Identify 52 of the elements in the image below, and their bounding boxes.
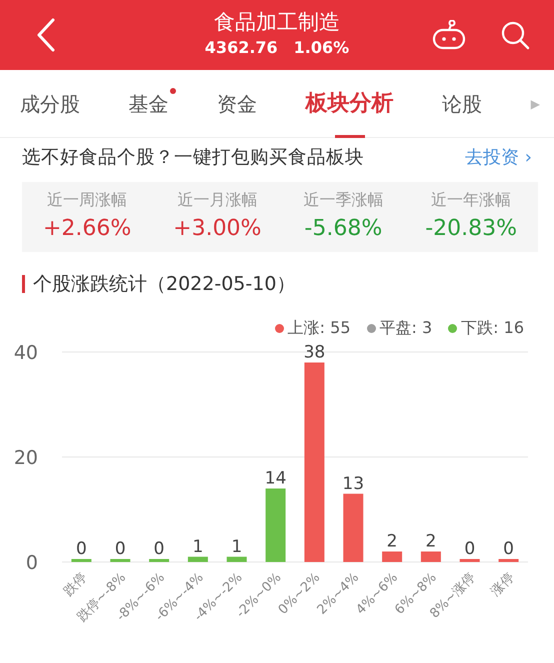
y-tick-label: 40 xyxy=(14,342,38,364)
legend-label: 上涨: 55 xyxy=(288,317,350,340)
bar-value-label: 0 xyxy=(464,539,476,560)
bar-value-label: 0 xyxy=(503,539,514,560)
y-tick-label: 0 xyxy=(26,552,38,574)
search-icon[interactable] xyxy=(500,20,530,50)
stat-value: -5.68% xyxy=(303,215,384,244)
bar xyxy=(110,559,130,562)
x-axis-label: 涨停 xyxy=(488,570,518,600)
tab[interactable]: 成分股 xyxy=(20,70,80,138)
back-button[interactable] xyxy=(36,18,56,52)
bar xyxy=(149,559,170,562)
section-marker xyxy=(22,275,25,293)
bar-value-label: 14 xyxy=(264,468,286,489)
stat-label: 近一年涨幅 xyxy=(430,189,512,212)
bar xyxy=(343,494,364,562)
bar-value-label: 2 xyxy=(426,532,436,552)
bar xyxy=(71,559,92,562)
tab[interactable]: 板块分析 xyxy=(306,70,394,138)
bar-value-label: 38 xyxy=(304,342,326,363)
stat-value: -20.83% xyxy=(425,215,518,244)
stat-label: 近一季涨幅 xyxy=(303,189,384,212)
bar xyxy=(382,552,402,562)
section-title: 个股涨跌统计（2022-05-10） xyxy=(33,272,296,297)
bar xyxy=(460,559,480,562)
bar-value-label: 1 xyxy=(192,537,204,557)
tab[interactable]: 论股 xyxy=(442,70,482,138)
bar-value-label: 1 xyxy=(231,537,242,557)
legend-label: 下跌: 16 xyxy=(461,317,524,340)
bar-value-label: 0 xyxy=(114,539,126,560)
stat-value: +3.00% xyxy=(173,215,262,244)
x-axis-label: 跌停 xyxy=(61,570,90,600)
stat-label: 近一月涨幅 xyxy=(176,189,258,212)
promo-text: 选不好食品个股？一键打包购买食品板块 xyxy=(22,146,364,170)
tab[interactable]: 资金 xyxy=(217,70,258,138)
robot-icon[interactable] xyxy=(432,20,466,50)
bar-value-label: 2 xyxy=(386,532,398,552)
bar xyxy=(420,552,441,562)
index-price: 4362.76 xyxy=(204,36,278,59)
bar-value-label: 0 xyxy=(154,539,164,560)
tab[interactable]: 基金 xyxy=(128,70,169,138)
bar xyxy=(226,557,247,562)
stat-label: 近一周涨幅 xyxy=(46,189,128,212)
bar-value-label: 0 xyxy=(76,539,87,560)
y-tick-label: 20 xyxy=(14,447,38,470)
index-change: 1.06% xyxy=(294,36,350,59)
bar xyxy=(498,559,519,562)
page-title: 食品加工制造 xyxy=(212,10,341,36)
bar-value-label: 13 xyxy=(342,474,364,494)
legend-label: 平盘: 3 xyxy=(380,317,432,340)
bar xyxy=(188,557,208,562)
stat-value: +2.66% xyxy=(42,215,132,244)
